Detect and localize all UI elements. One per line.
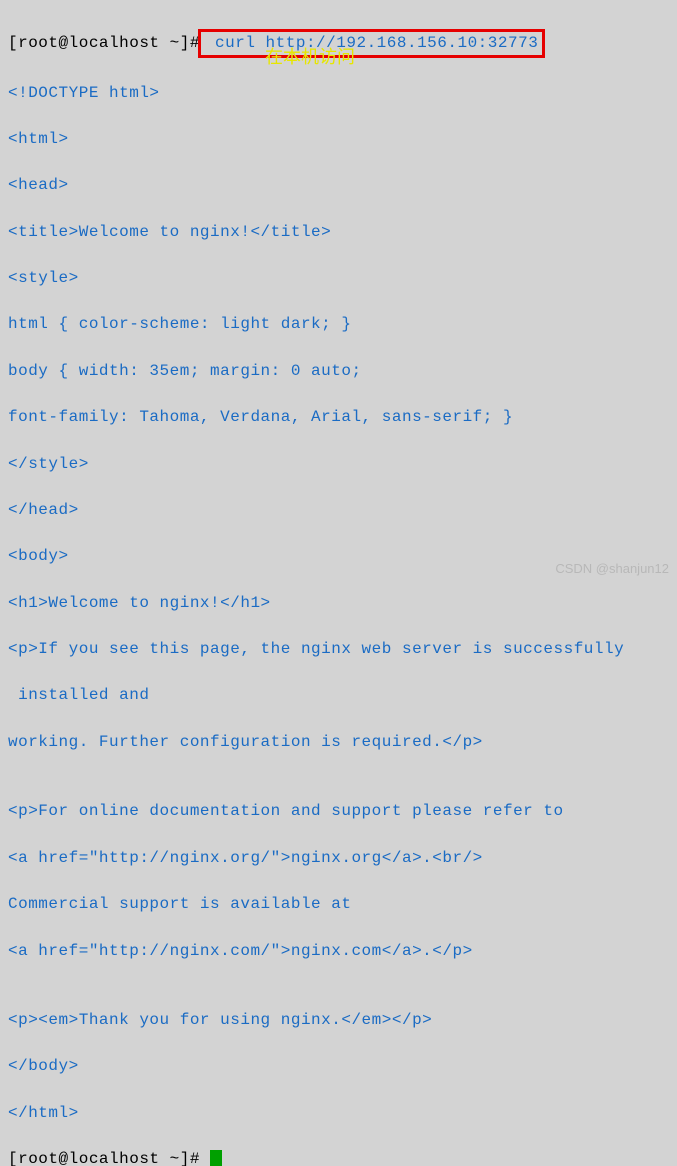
output-line: </style> [8, 453, 669, 476]
output-line: </head> [8, 499, 669, 522]
output-line: </html> [8, 1102, 669, 1125]
output-line: <p><em>Thank you for using nginx.</em></… [8, 1009, 669, 1032]
watermark-text: CSDN @shanjun12 [555, 560, 669, 579]
output-line: <p>For online documentation and support … [8, 800, 669, 823]
output-line: <p>If you see this page, the nginx web s… [8, 638, 669, 661]
output-line: </body> [8, 1055, 669, 1078]
curl-command: curl http://192.168.156.10:32773 [205, 34, 538, 52]
output-line: <h1>Welcome to nginx!</h1> [8, 592, 669, 615]
output-line: installed and [8, 684, 669, 707]
output-line: <html> [8, 128, 669, 151]
shell-prompt: [root@localhost ~]# [8, 1150, 210, 1166]
output-line: html { color-scheme: light dark; } [8, 313, 669, 336]
output-line: font-family: Tahoma, Verdana, Arial, san… [8, 406, 669, 429]
output-line: <!DOCTYPE html> [8, 82, 669, 105]
shell-prompt: [root@localhost ~]# [8, 34, 200, 52]
output-line: <head> [8, 174, 669, 197]
output-line: <title>Welcome to nginx!</title> [8, 221, 669, 244]
output-line: <a href="http://nginx.org/">nginx.org</a… [8, 847, 669, 870]
cursor-icon [210, 1150, 222, 1166]
output-line: <style> [8, 267, 669, 290]
output-line: Commercial support is available at [8, 893, 669, 916]
output-line: <a href="http://nginx.com/">nginx.com</a… [8, 940, 669, 963]
terminal-output[interactable]: [root@localhost ~]# curl http://192.168.… [8, 6, 669, 1166]
output-line: working. Further configuration is requir… [8, 731, 669, 754]
annotation-label: 在本机访问 [265, 44, 355, 70]
output-line: body { width: 35em; margin: 0 auto; [8, 360, 669, 383]
highlight-box: curl http://192.168.156.10:32773 [198, 29, 545, 58]
